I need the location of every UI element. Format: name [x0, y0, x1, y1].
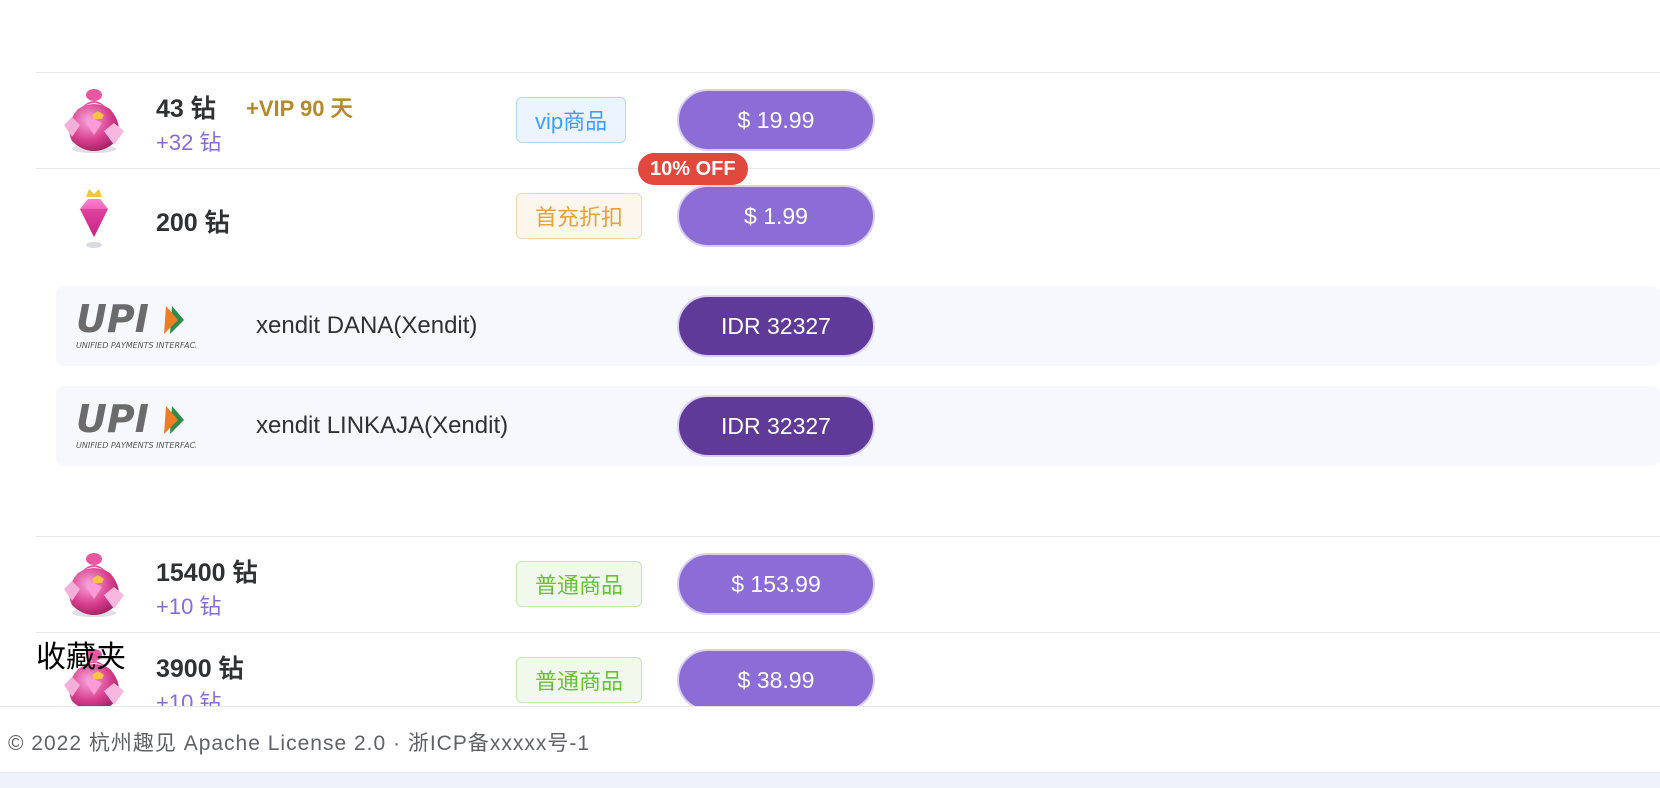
price-button[interactable]: $ 153.99	[677, 553, 875, 615]
footer: © 2022 杭州趣见 Apache License 2.0 · 浙ICP备xx…	[0, 706, 1660, 772]
bonus-amount: +32 钻	[156, 130, 222, 155]
diamond-amount: 43 钻	[156, 95, 216, 123]
payment-method-name: xendit DANA(Xendit)	[256, 312, 478, 339]
product-row: 15400 钻 +10 钻 普通商品 $ 153.99	[36, 537, 1660, 633]
product-tag: 首充折扣	[516, 193, 643, 239]
product-tag: vip商品	[516, 97, 627, 143]
payment-method-row[interactable]: xendit LINKAJA(Xendit) IDR 32327	[56, 386, 1660, 466]
discount-badge: 10% OFF	[638, 153, 748, 185]
diamond-bag-icon	[58, 85, 130, 157]
payment-method-row[interactable]: xendit DANA(Xendit) IDR 32327	[56, 286, 1660, 366]
price-button[interactable]: $ 38.99	[677, 649, 875, 711]
product-tag: 普通商品	[516, 657, 643, 703]
pay-button[interactable]: IDR 32327	[677, 295, 875, 357]
upi-logo	[76, 400, 196, 452]
diamond-bag-icon	[58, 549, 130, 621]
pay-button[interactable]: IDR 32327	[677, 395, 875, 457]
diamond-amount: 3900 钻	[156, 655, 244, 683]
vip-bonus: +VIP 90 天	[246, 96, 353, 121]
price-button[interactable]: $ 19.99	[677, 89, 875, 151]
diamond-amount: 15400 钻	[156, 559, 258, 587]
product-tag: 普通商品	[516, 561, 643, 607]
upi-logo	[76, 300, 196, 352]
price-button[interactable]: $ 1.99	[677, 185, 875, 247]
bonus-amount: +10 钻	[156, 594, 222, 619]
footer-copyright: © 2022 杭州趣见 Apache License 2.0 · 浙ICP备xx…	[8, 732, 591, 755]
page: UPI UNIFIED PAYMENTS INTERFACE 43 钻 +VIP…	[0, 0, 1660, 788]
payment-method-name: xendit LINKAJA(Xendit)	[256, 412, 509, 439]
favorites-label[interactable]: 收藏夹	[36, 632, 126, 676]
footer-bottom-bar	[0, 772, 1660, 788]
product-row: 200 钻 首充折扣 $ 1.99	[36, 169, 1660, 265]
product-row: 43 钻 +VIP 90 天 +32 钻 vip商品 $ 19.99	[36, 73, 1660, 169]
diamond-amount: 200 钻	[156, 209, 230, 237]
diamond-icon	[58, 181, 130, 253]
